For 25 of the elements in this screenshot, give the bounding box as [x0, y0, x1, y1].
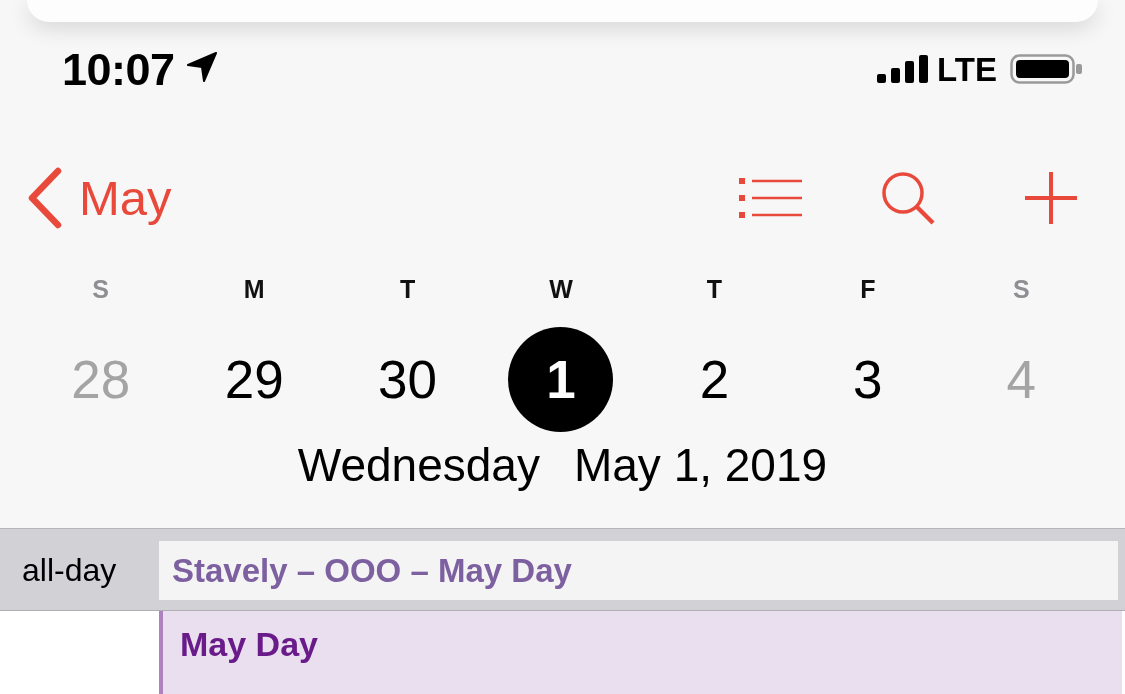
day-button[interactable]: 30: [378, 352, 438, 406]
weekday-label: S: [92, 276, 110, 302]
network-label: LTE: [937, 52, 997, 86]
weekday-label: F: [860, 276, 876, 302]
day-button[interactable]: 3: [853, 352, 883, 406]
search-icon[interactable]: [881, 171, 935, 225]
event-block[interactable]: May Day: [159, 611, 1122, 694]
all-day-label: all-day: [22, 553, 117, 586]
chevron-icon: [27, 167, 63, 229]
all-day-event[interactable]: Stavely – OOO – May Day: [159, 541, 1118, 600]
battery-icon: [1010, 54, 1082, 84]
status-time: 10:07: [62, 46, 175, 92]
list-icon[interactable]: [739, 178, 802, 218]
weekday-label: W: [549, 276, 573, 302]
back-button[interactable]: May: [27, 167, 172, 229]
signal-icon: [877, 55, 929, 83]
weekday-label: T: [706, 276, 723, 302]
day-button[interactable]: 29: [224, 352, 284, 406]
day-button[interactable]: 1: [508, 326, 614, 432]
plus-icon[interactable]: [1025, 172, 1077, 224]
weekday-label: S: [1012, 276, 1030, 302]
weekday-label: M: [243, 276, 265, 302]
weekday-label: T: [399, 276, 416, 302]
location-arrow-icon: [186, 52, 217, 82]
day-button[interactable]: 2: [699, 352, 730, 406]
